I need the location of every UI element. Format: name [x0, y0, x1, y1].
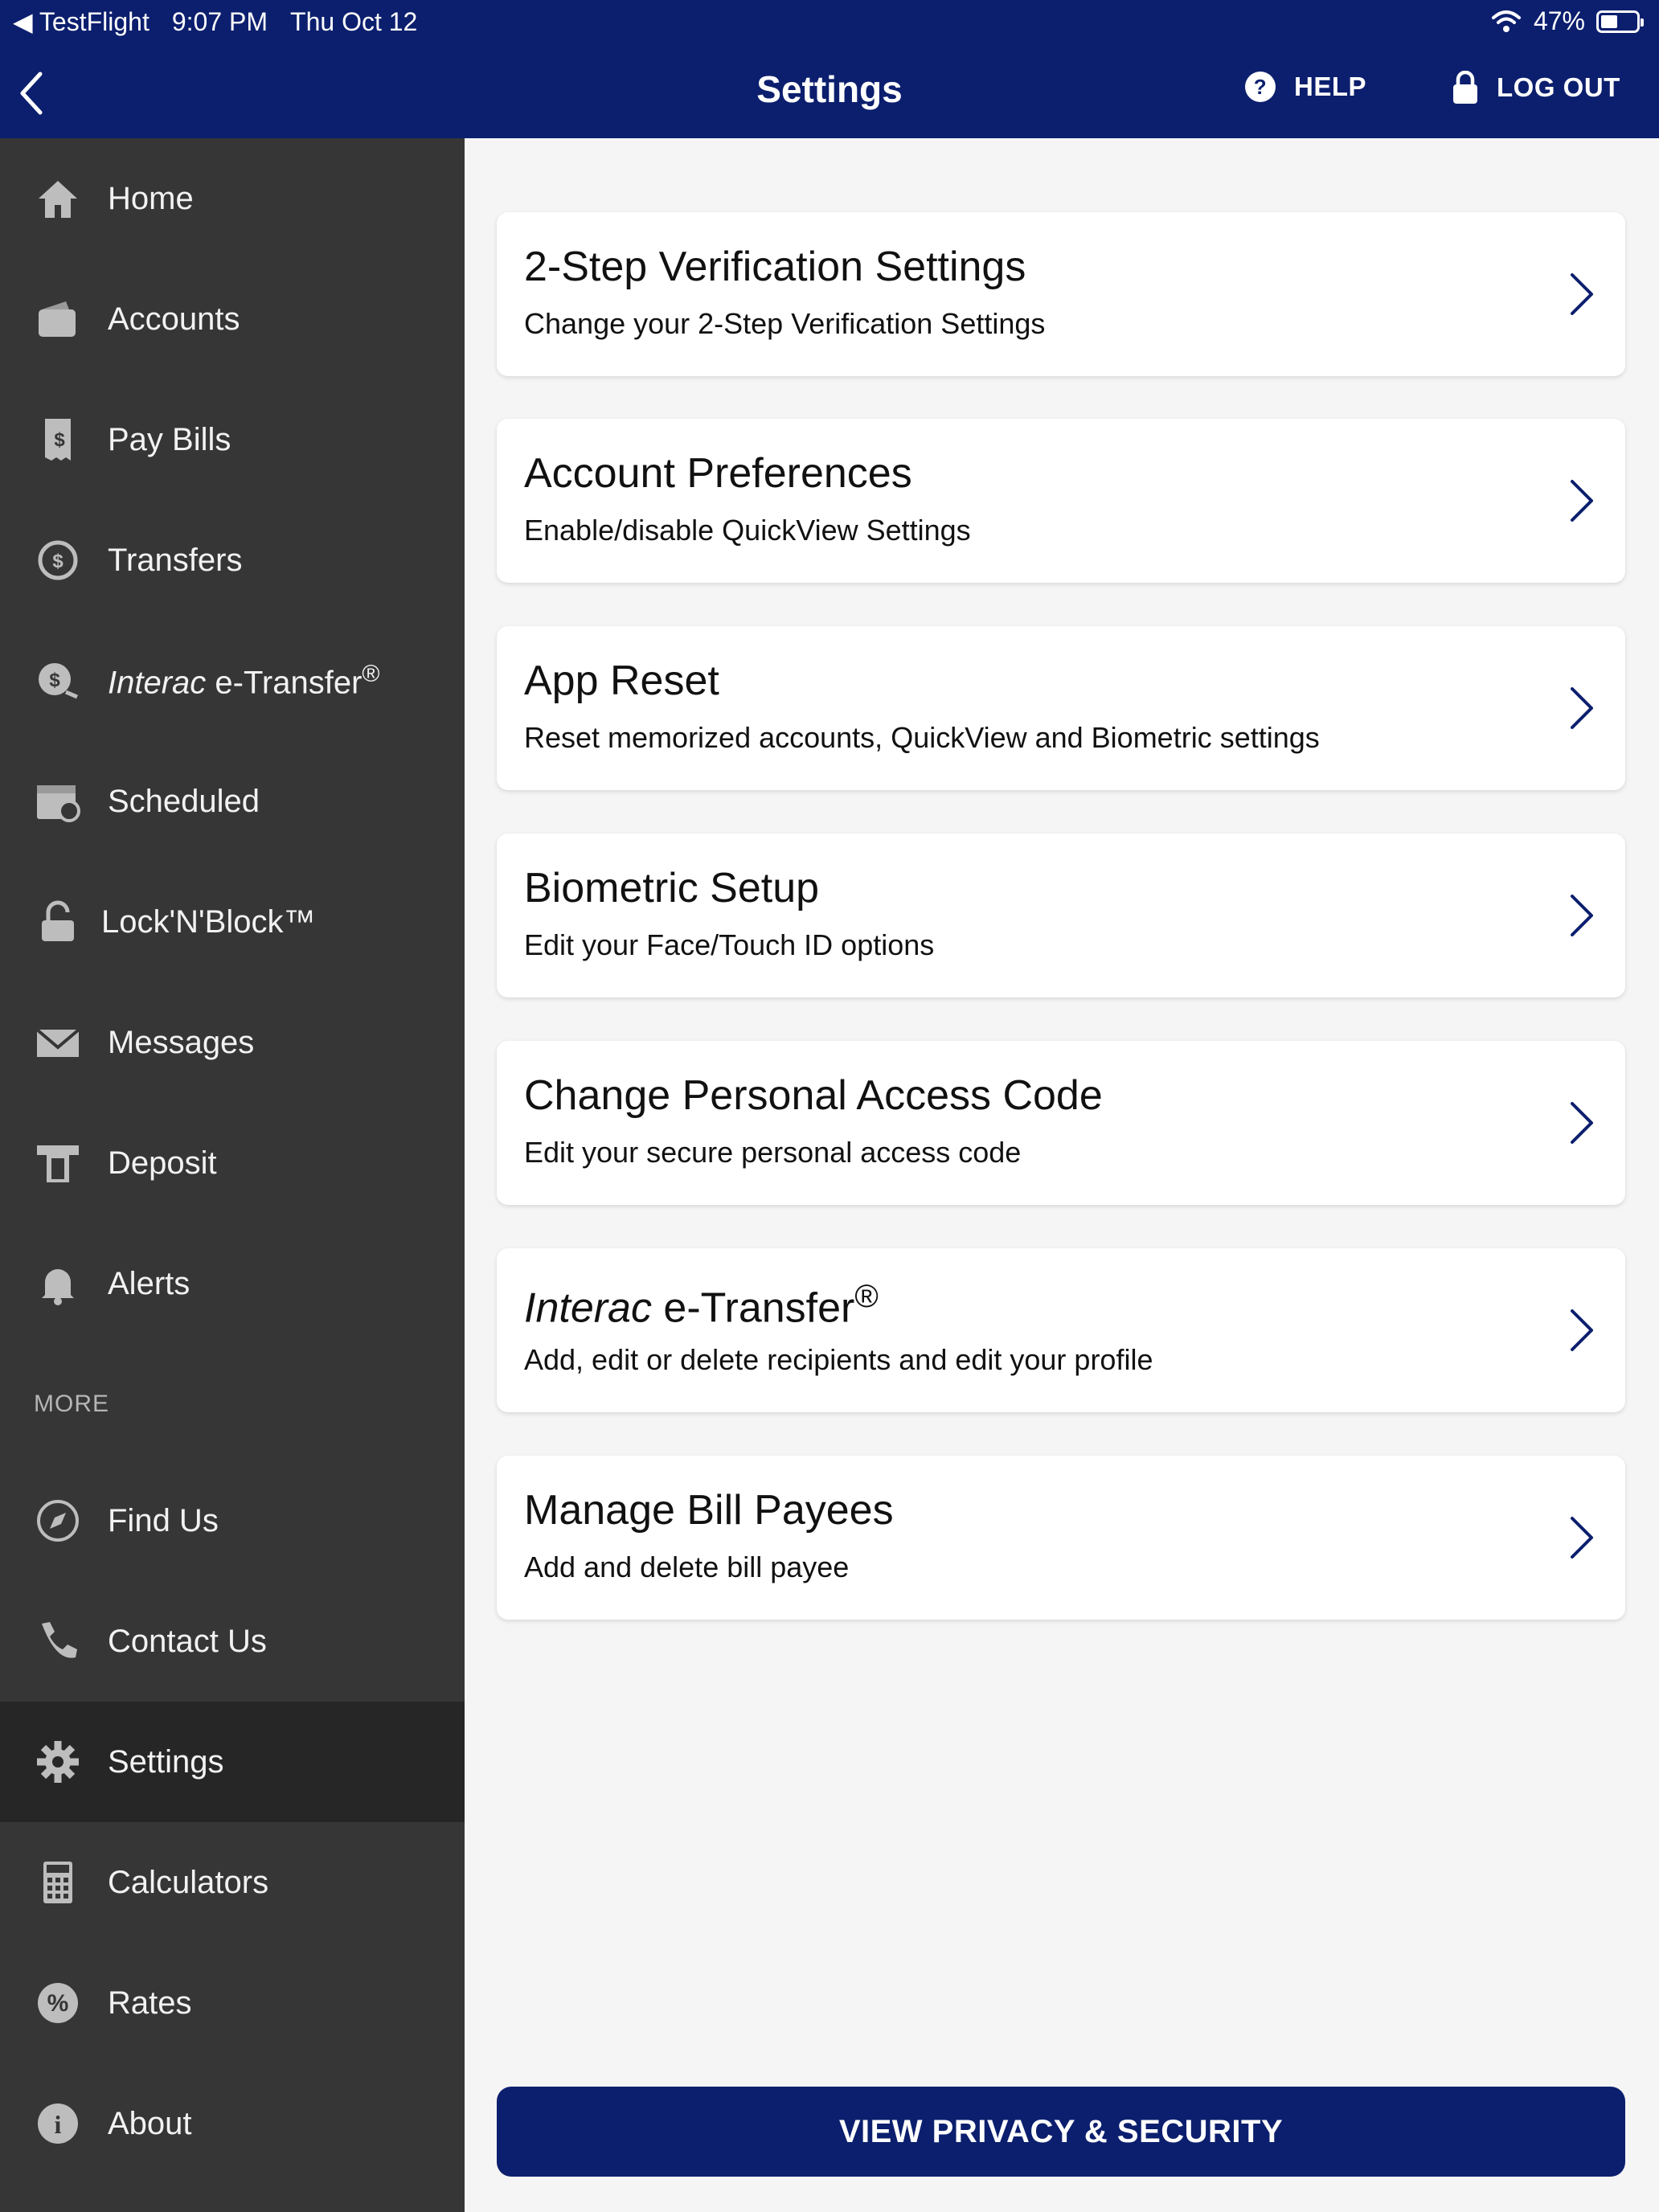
settings-item-title: Change Personal Access Code [524, 1072, 1103, 1119]
more-section-label: MORE [34, 1391, 109, 1417]
sidebar-item-transfers[interactable]: $ Transfers [0, 500, 465, 621]
settings-item-manage-bill-payees[interactable]: Manage Bill Payees Add and delete bill p… [497, 1456, 1625, 1620]
etransfer-icon: $ [39, 663, 78, 699]
chevron-right-icon [1571, 273, 1593, 315]
phone-icon [42, 1622, 77, 1658]
sidebar-item-calculators[interactable]: Calculators [0, 1822, 465, 1943]
settings-item-title: Biometric Setup [524, 865, 820, 911]
calendar-icon [37, 785, 80, 822]
view-privacy-security-button[interactable]: VIEW PRIVACY & SECURITY [497, 2087, 1625, 2177]
sidebar-item-deposit[interactable]: Deposit [0, 1103, 465, 1223]
page-title: Settings [756, 68, 903, 110]
chevron-right-icon [1571, 1102, 1593, 1144]
sidebar-item-rates[interactable]: % Rates [0, 1943, 465, 2063]
svg-text:i: i [55, 2110, 62, 2139]
sidebar: Home Accounts $ Pay Bills $ Transfers $ … [0, 138, 465, 2212]
help-button[interactable]: ? HELP [1244, 71, 1366, 103]
envelope-icon [35, 1028, 80, 1057]
chevron-right-icon [1571, 480, 1593, 522]
sidebar-item-pay-bills[interactable]: $ Pay Bills [0, 379, 465, 500]
status-bar: ◀ TestFlight 9:07 PM Thu Oct 12 47% [0, 0, 1659, 45]
sidebar-item-interac-etransfer[interactable]: $ Interac e-Transfer® [0, 621, 465, 741]
status-date: Thu Oct 12 [290, 6, 418, 36]
sidebar-item-find-us[interactable]: Find Us [0, 1460, 465, 1581]
chevron-right-icon [1571, 1517, 1593, 1559]
svg-text:$: $ [49, 670, 60, 691]
sidebar-item-about[interactable]: i About [0, 2063, 465, 2184]
help-icon: ? [1245, 72, 1276, 102]
settings-item-2-step-verification[interactable]: 2-Step Verification Settings Change your… [497, 212, 1625, 376]
deposit-icon [37, 1145, 79, 1182]
gear-icon [37, 1741, 79, 1783]
percent-icon: % [38, 1983, 78, 2023]
bell-icon [42, 1269, 74, 1305]
top-bar: ◀ TestFlight 9:07 PM Thu Oct 12 47% Sett… [0, 0, 1659, 138]
calculator-icon [43, 1862, 72, 1903]
settings-item-account-preferences[interactable]: Account Preferences Enable/disable Quick… [497, 419, 1625, 583]
settings-item-title: Interac e-Transfer® [524, 1279, 879, 1332]
wifi-icon [1491, 10, 1521, 32]
back-to-app-link[interactable]: ◀ TestFlight [13, 6, 150, 37]
settings-item-subtitle: Change your 2-Step Verification Settings [524, 307, 1046, 340]
settings-item-app-reset[interactable]: App Reset Reset memorized accounts, Quic… [497, 626, 1625, 790]
settings-item-title: 2-Step Verification Settings [524, 244, 1026, 290]
battery-icon [1596, 10, 1644, 33]
sidebar-item-contact-us[interactable]: Contact Us [0, 1581, 465, 1702]
sidebar-item-alerts[interactable]: Alerts [0, 1223, 465, 1344]
settings-item-title: App Reset [524, 657, 719, 704]
transfer-icon: $ [38, 540, 78, 580]
status-time: 9:07 PM [171, 6, 268, 36]
chevron-right-icon [1571, 687, 1593, 729]
settings-item-subtitle: Edit your secure personal access code [524, 1136, 1022, 1169]
settings-item-subtitle: Add and delete bill payee [524, 1550, 850, 1583]
sidebar-item-home[interactable]: Home [0, 138, 465, 259]
sidebar-item-scheduled[interactable]: Scheduled [0, 741, 465, 862]
settings-item-subtitle: Edit your Face/Touch ID options [524, 928, 935, 961]
settings-item-change-access-code[interactable]: Change Personal Access Code Edit your se… [497, 1041, 1625, 1205]
wallet-icon [39, 301, 76, 337]
help-label: HELP [1294, 72, 1367, 101]
chevron-right-icon [1571, 1309, 1593, 1351]
chevron-right-icon [1571, 895, 1593, 936]
sidebar-item-accounts[interactable]: Accounts [0, 259, 465, 379]
bill-icon: $ [45, 419, 71, 461]
settings-item-subtitle: Reset memorized accounts, QuickView and … [524, 721, 1320, 754]
settings-item-title: Manage Bill Payees [524, 1487, 894, 1534]
settings-item-biometric-setup[interactable]: Biometric Setup Edit your Face/Touch ID … [497, 834, 1625, 997]
lock-icon [1453, 71, 1477, 104]
svg-text:?: ? [1254, 75, 1267, 99]
compass-icon [37, 1500, 79, 1542]
sidebar-item-lock-n-block[interactable]: Lock'N'Block™ [0, 862, 465, 982]
settings-item-subtitle: Enable/disable QuickView Settings [524, 514, 971, 547]
sidebar-item-settings[interactable]: Settings [0, 1702, 465, 1822]
battery-percent: 47% [1533, 6, 1585, 35]
svg-text:%: % [47, 1990, 69, 2017]
settings-item-subtitle: Add, edit or delete recipients and edit … [524, 1343, 1153, 1376]
settings-item-interac-etransfer[interactable]: Interac e-Transfer® Add, edit or delete … [497, 1248, 1625, 1412]
svg-text:$: $ [54, 429, 65, 451]
svg-text:$: $ [52, 551, 63, 572]
logout-button[interactable]: LOG OUT [1452, 71, 1620, 104]
home-icon [39, 181, 77, 218]
sidebar-item-messages[interactable]: Messages [0, 982, 465, 1103]
settings-item-title: Account Preferences [524, 450, 912, 497]
padlock-icon [42, 900, 74, 941]
info-icon: i [38, 2103, 78, 2144]
logout-label: LOG OUT [1497, 72, 1620, 102]
